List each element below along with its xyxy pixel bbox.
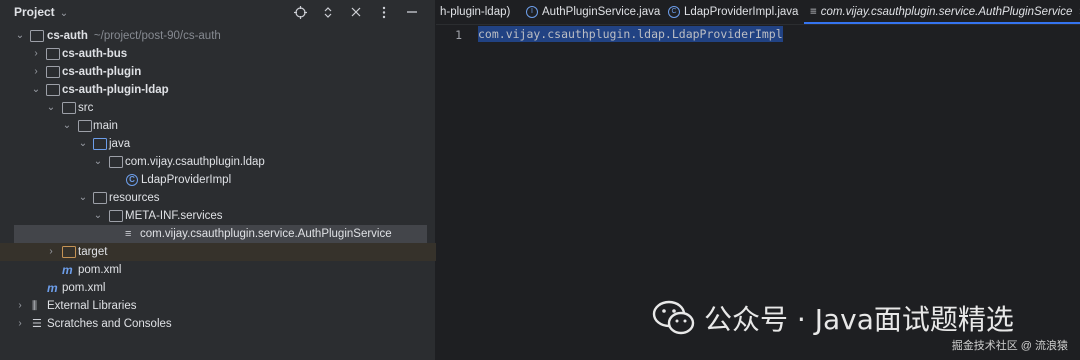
project-view-selector[interactable]: Project ⌄: [14, 5, 68, 19]
tree-item-src[interactable]: ⌄ src: [0, 99, 436, 117]
chevron-down-icon[interactable]: ⌄: [61, 117, 73, 135]
chevron-right-icon[interactable]: ›: [30, 63, 42, 81]
tree-item-label: src: [78, 102, 94, 114]
tree-item-target[interactable]: › target: [0, 243, 436, 261]
tree-item-label: main: [93, 120, 118, 132]
tree-item-label: pom.xml: [62, 282, 106, 294]
tree-item-label: META-INF.services: [125, 210, 223, 222]
chevron-down-icon[interactable]: ⌄: [14, 27, 26, 45]
chevron-down-icon[interactable]: ⌄: [92, 207, 104, 225]
tree-item-meta-inf-services[interactable]: ⌄ META-INF.services: [0, 207, 436, 225]
folder-icon: [109, 210, 123, 222]
resources-folder-icon: [93, 192, 107, 204]
chevron-down-icon[interactable]: ⌄: [45, 99, 57, 117]
credit-text: 掘金技术社区 @ 流浪猿: [951, 340, 1068, 352]
tree-item-label: com.vijay.csauthplugin.ldap: [125, 156, 265, 168]
tree-item-pom-ldap[interactable]: m pom.xml: [0, 261, 436, 279]
editor-tab-auth-plugin-service[interactable]: I AuthPluginService.java: [526, 0, 660, 24]
tree-item-cs-auth[interactable]: ⌄ cs-auth ~/project/post-90/cs-auth: [0, 27, 436, 45]
editor-tab-truncated[interactable]: h-plugin-ldap): [440, 0, 510, 24]
chevron-down-icon[interactable]: ⌄: [92, 153, 104, 171]
tree-item-label: target: [78, 246, 108, 258]
tree-item-main[interactable]: ⌄ main: [0, 117, 436, 135]
maven-icon: m: [47, 281, 58, 295]
editor-tab-ldap-provider-impl[interactable]: C LdapProviderImpl.java: [668, 0, 798, 24]
source-folder-icon: [93, 138, 107, 150]
tree-item-cs-auth-plugin[interactable]: › cs-auth-plugin: [0, 63, 436, 81]
code-line-selected[interactable]: com.vijay.csauthplugin.ldap.LdapProvider…: [478, 26, 783, 42]
project-panel-toolbar: [286, 3, 426, 21]
tree-item-pom-root[interactable]: m pom.xml: [0, 279, 436, 297]
chevron-right-icon[interactable]: ›: [45, 243, 57, 261]
excluded-folder-icon: [62, 246, 76, 258]
wechat-logo-icon: [652, 300, 695, 335]
folder-icon: [62, 102, 76, 114]
chevron-down-icon[interactable]: ⌄: [77, 189, 89, 207]
tree-item-label: Scratches and Consoles: [47, 318, 172, 330]
chevron-down-icon: ⌄: [59, 8, 69, 19]
interface-icon: I: [526, 5, 538, 18]
module-folder-icon: [46, 84, 60, 96]
project-panel-title: Project: [14, 5, 55, 19]
tree-item-label: cs-auth-plugin-ldap: [62, 84, 169, 96]
project-tree: ⌄ cs-auth ~/project/post-90/cs-auth › cs-…: [0, 27, 436, 333]
tree-item-ldap-provider-impl[interactable]: C LdapProviderImpl: [0, 171, 436, 189]
tree-item-label: cs-auth-bus: [62, 48, 128, 60]
tree-item-label: LdapProviderImpl: [141, 174, 232, 186]
editor-tab-services-file[interactable]: ≡ com.vijay.csauthplugin.service.AuthPlug…: [804, 0, 1080, 24]
tree-item-external-libraries[interactable]: › ⫼ External Libraries: [0, 297, 436, 315]
close-icon[interactable]: [342, 3, 370, 21]
module-folder-icon: [46, 48, 60, 60]
editor-tab-bar: h-plugin-ldap) I AuthPluginService.java C…: [436, 0, 1080, 25]
tree-item-resources[interactable]: ⌄ resources: [0, 189, 436, 207]
tree-item-package-ldap[interactable]: ⌄ com.vijay.csauthplugin.ldap: [0, 153, 436, 171]
maven-icon: m: [62, 263, 73, 277]
chevron-right-icon[interactable]: ›: [14, 297, 26, 315]
tree-item-scratches[interactable]: › ☰ Scratches and Consoles: [0, 315, 436, 333]
chevron-down-icon[interactable]: ⌄: [77, 135, 89, 153]
text-file-icon: ≡: [810, 6, 817, 18]
chevron-right-icon[interactable]: ›: [30, 45, 42, 63]
tab-label: LdapProviderImpl.java: [684, 6, 799, 18]
tree-item-label: pom.xml: [78, 264, 122, 276]
tab-label: AuthPluginService.java: [542, 6, 661, 18]
tab-label: h-plugin-ldap): [440, 6, 511, 18]
chevron-right-icon[interactable]: ›: [14, 315, 26, 333]
line-number: 1: [455, 28, 462, 42]
tree-item-auth-plugin-service-file[interactable]: ≡ com.vijay.csauthplugin.service.AuthPlu…: [14, 225, 427, 243]
tree-item-path: ~/project/post-90/cs-auth: [93, 30, 221, 42]
tree-item-cs-auth-plugin-ldap[interactable]: ⌄ cs-auth-plugin-ldap: [0, 81, 436, 99]
tree-item-java[interactable]: ⌄ java: [0, 135, 436, 153]
tree-item-label: com.vijay.csauthplugin.service.AuthPlugi…: [140, 228, 392, 240]
tab-label: com.vijay.csauthplugin.service.AuthPlugi…: [820, 6, 1073, 19]
target-icon[interactable]: [286, 3, 314, 21]
package-icon: [109, 156, 123, 168]
tree-item-label: resources: [109, 192, 160, 204]
minimize-icon[interactable]: [398, 3, 426, 21]
editor-gutter: 1: [436, 24, 476, 360]
tree-item-label: cs-auth: [47, 30, 88, 42]
tree-item-label: cs-auth-plugin: [62, 66, 142, 78]
text-file-icon: ≡: [125, 228, 132, 240]
class-icon: C: [668, 5, 680, 18]
library-icon: ⫼: [32, 300, 38, 312]
module-folder-icon: [46, 66, 60, 78]
chevron-down-icon[interactable]: ⌄: [30, 81, 42, 99]
expand-collapse-icon[interactable]: [314, 3, 342, 21]
class-icon: C: [126, 174, 138, 186]
watermark: 公众号 · Java面试题精选: [652, 298, 1014, 338]
tree-item-label: External Libraries: [47, 300, 137, 312]
tree-item-cs-auth-bus[interactable]: › cs-auth-bus: [0, 45, 436, 63]
scratches-icon: ☰: [32, 318, 42, 330]
project-panel-header: Project ⌄: [0, 0, 436, 24]
watermark-text: 公众号 · Java面试题精选: [704, 303, 1014, 336]
module-folder-icon: [30, 30, 44, 42]
folder-icon: [78, 120, 92, 132]
more-icon[interactable]: [370, 3, 398, 21]
project-panel: Project ⌄ ⌄ cs-auth ~/project/post-90/cs…: [0, 0, 436, 360]
tree-item-label: java: [109, 138, 131, 150]
